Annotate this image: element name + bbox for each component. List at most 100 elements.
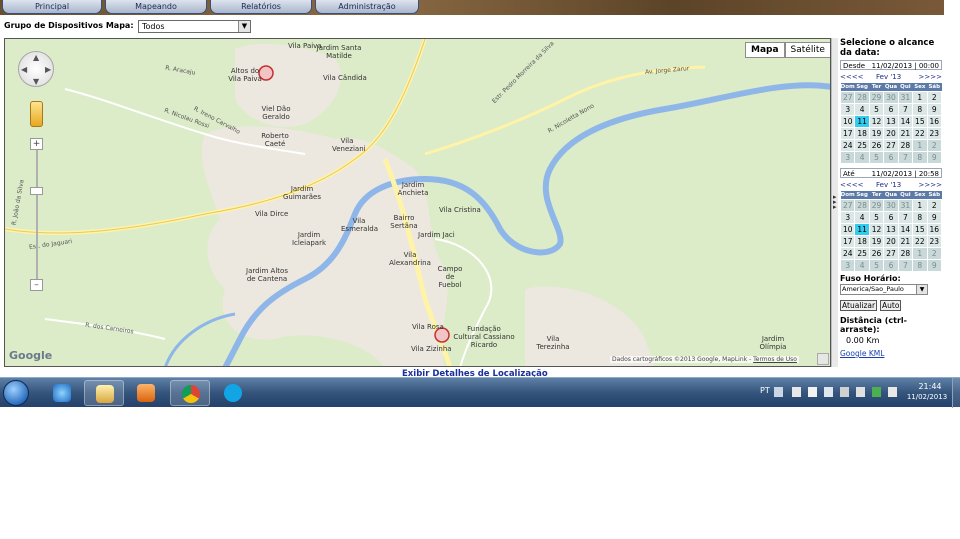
next-month-button[interactable]: >>>> (919, 181, 942, 189)
calendar-day[interactable]: 8 (912, 150, 928, 164)
calendar-day[interactable]: 4 (854, 210, 870, 224)
calendar-day[interactable]: 31 (897, 198, 914, 212)
calendar-day[interactable]: 27 (839, 198, 856, 212)
zoom-out-button[interactable]: – (30, 279, 43, 291)
tab-mapeando[interactable]: Mapeando (105, 0, 207, 14)
calendar-day[interactable]: 28 (854, 90, 870, 104)
map-type-map-button[interactable]: Mapa (745, 42, 785, 58)
calendar-day[interactable]: 13 (883, 114, 899, 128)
calendar-day[interactable]: 11 (854, 222, 870, 236)
street-view-pegman-icon[interactable] (30, 101, 43, 127)
pan-up-icon[interactable]: ▲ (33, 54, 39, 62)
calendar-day[interactable]: 9 (926, 102, 943, 116)
map-canvas[interactable]: Vila Paiva Jardim Santa Matilde Altos do… (4, 38, 831, 367)
calendar-day[interactable]: 14 (897, 114, 914, 128)
calendar-day[interactable]: 21 (897, 234, 914, 248)
calendar-day[interactable]: 6 (883, 210, 899, 224)
zoom-track[interactable] (36, 144, 38, 284)
map-type-satellite-button[interactable]: Satélite (784, 42, 830, 58)
calendar-day[interactable]: 3 (839, 258, 856, 272)
calendar-day[interactable]: 22 (912, 234, 928, 248)
next-month-button[interactable]: >>>> (919, 73, 942, 81)
calendar-day[interactable]: 26 (868, 138, 885, 152)
calendar-day[interactable]: 9 (926, 210, 943, 224)
from-datetime-field[interactable]: Desde 11/02/2013 | 00:00 (840, 60, 942, 70)
calendar-day[interactable]: 18 (854, 234, 870, 248)
calendar-day[interactable]: 7 (897, 150, 914, 164)
keyboard-icon[interactable] (774, 387, 783, 397)
taskbar-ie[interactable] (42, 380, 82, 406)
pan-right-icon[interactable]: ▶ (45, 66, 51, 74)
calendar-day[interactable]: 3 (839, 102, 856, 116)
clock-date[interactable]: 11/02/2013 (904, 393, 950, 401)
calendar-day[interactable]: 28 (897, 246, 914, 260)
prev-month-button[interactable]: <<<< (840, 181, 863, 189)
pan-down-icon[interactable]: ▼ (33, 78, 39, 86)
calendar-day[interactable]: 5 (868, 102, 885, 116)
calendar-day[interactable]: 15 (912, 114, 928, 128)
calendar-day[interactable]: 16 (926, 114, 943, 128)
language-indicator[interactable]: PT (760, 386, 770, 395)
power-icon[interactable] (888, 387, 897, 397)
calendar-day[interactable]: 16 (926, 222, 943, 236)
calendar-day[interactable]: 4 (854, 258, 870, 272)
tab-principal[interactable]: Principal (2, 0, 102, 14)
calendar-day[interactable]: 7 (897, 210, 914, 224)
calendar-day[interactable]: 1 (912, 138, 928, 152)
calendar-day[interactable]: 9 (926, 150, 943, 164)
panel-splitter[interactable]: ▸ ▸ ▸ (831, 38, 838, 367)
action-center-icon[interactable] (824, 387, 833, 397)
calendar-day[interactable]: 3 (839, 210, 856, 224)
calendar-day[interactable]: 7 (897, 258, 914, 272)
calendar-day[interactable]: 19 (868, 234, 885, 248)
calendar-day[interactable]: 25 (854, 138, 870, 152)
calendar-day[interactable]: 11 (854, 114, 870, 128)
calendar-day[interactable]: 10 (839, 114, 856, 128)
calendar-day[interactable]: 6 (883, 258, 899, 272)
calendar-day[interactable]: 1 (912, 246, 928, 260)
taskbar-skype[interactable] (213, 380, 253, 406)
calendar-day[interactable]: 17 (839, 234, 856, 248)
calendar-day[interactable]: 12 (868, 114, 885, 128)
calendar-day[interactable]: 23 (926, 234, 943, 248)
calendar-day[interactable]: 27 (883, 138, 899, 152)
calendar-day[interactable]: 5 (868, 150, 885, 164)
device-group-select[interactable]: Todos ▼ (138, 20, 251, 33)
calendar-day[interactable]: 6 (883, 150, 899, 164)
volume-icon[interactable] (856, 387, 865, 397)
update-button[interactable]: Atualizar (840, 300, 878, 311)
clock-time[interactable]: 21:44 (910, 382, 950, 391)
calendar-day[interactable]: 20 (883, 234, 899, 248)
calendar-day[interactable]: 5 (868, 258, 885, 272)
calendar-day[interactable]: 10 (839, 222, 856, 236)
calendar-day[interactable]: 29 (868, 198, 885, 212)
chevron-down-icon[interactable]: ▼ (916, 285, 927, 294)
auto-button[interactable]: Auto (880, 300, 902, 311)
calendar-day[interactable]: 4 (854, 150, 870, 164)
taskbar-media-player[interactable] (126, 380, 166, 406)
calendar-day[interactable]: 27 (883, 246, 899, 260)
calendar-day[interactable]: 24 (839, 138, 856, 152)
calendar-day[interactable]: 20 (883, 126, 899, 140)
chevron-down-icon[interactable]: ▼ (238, 21, 250, 32)
calendar-day[interactable]: 30 (883, 198, 899, 212)
calendar-day[interactable]: 25 (854, 246, 870, 260)
grip-icon[interactable]: ▸ ▸ ▸ (833, 194, 837, 211)
taskbar-explorer[interactable] (84, 380, 124, 406)
calendar-day[interactable]: 21 (897, 126, 914, 140)
calendar-day[interactable]: 13 (883, 222, 899, 236)
map-resize-corner-icon[interactable] (817, 353, 829, 365)
map-pan-control[interactable]: ▲ ▼ ◀ ▶ (18, 51, 54, 87)
calendar-day[interactable]: 7 (897, 102, 914, 116)
calendar-day[interactable]: 26 (868, 246, 885, 260)
calendar-day[interactable]: 29 (868, 90, 885, 104)
tab-relatorios[interactable]: Relatórios (210, 0, 312, 14)
calendar-day[interactable]: 28 (854, 198, 870, 212)
calendar-day[interactable]: 22 (912, 126, 928, 140)
calendar-day[interactable]: 14 (897, 222, 914, 236)
terms-link[interactable]: Termos de Uso (753, 356, 797, 363)
calendar-day[interactable]: 27 (839, 90, 856, 104)
calendar-day[interactable]: 3 (839, 150, 856, 164)
calendar-day[interactable]: 1 (912, 198, 928, 212)
tab-administracao[interactable]: Administração (315, 0, 419, 14)
